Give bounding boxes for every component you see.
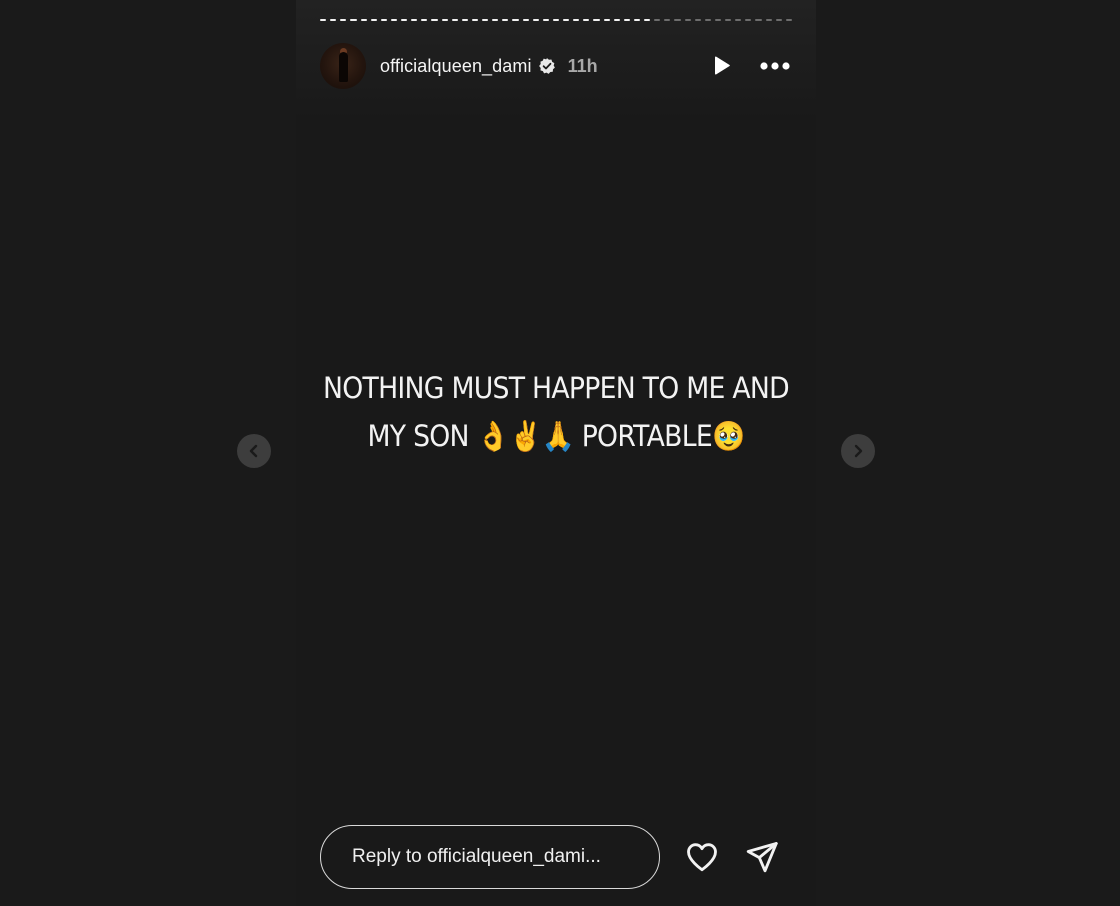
progress-segment bbox=[633, 19, 640, 21]
progress-segment bbox=[401, 19, 408, 21]
progress-segment bbox=[512, 19, 519, 21]
progress-segment bbox=[451, 19, 458, 21]
progress-segment bbox=[603, 19, 610, 21]
progress-segment bbox=[471, 19, 478, 21]
more-options-icon bbox=[760, 62, 790, 70]
progress-segment bbox=[765, 19, 772, 21]
progress-segment bbox=[522, 19, 529, 21]
progress-segment bbox=[421, 19, 428, 21]
progress-segment bbox=[502, 19, 509, 21]
progress-segment bbox=[775, 19, 782, 21]
reply-box[interactable] bbox=[320, 825, 660, 889]
story-footer bbox=[320, 824, 792, 890]
share-button[interactable] bbox=[742, 837, 782, 877]
progress-segment bbox=[735, 19, 742, 21]
play-button[interactable] bbox=[704, 49, 738, 83]
progress-segment bbox=[380, 19, 387, 21]
progress-segment bbox=[745, 19, 752, 21]
progress-segment bbox=[654, 19, 661, 21]
avatar[interactable] bbox=[320, 43, 366, 89]
progress-segment bbox=[613, 19, 620, 21]
progress-segment bbox=[542, 19, 549, 21]
progress-segment bbox=[340, 19, 347, 21]
chevron-left-icon bbox=[249, 444, 258, 458]
progress-segment bbox=[492, 19, 499, 21]
story-progress-bar bbox=[320, 19, 792, 23]
progress-segment bbox=[532, 19, 539, 21]
progress-segment bbox=[370, 19, 377, 21]
heart-icon bbox=[687, 843, 717, 872]
next-story-button[interactable] bbox=[841, 434, 875, 468]
verified-badge-icon bbox=[538, 57, 556, 75]
progress-segment bbox=[360, 19, 367, 21]
story-viewer: officialqueen_dami 11h NOTHING MUST HAPP… bbox=[0, 0, 1120, 906]
progress-segment bbox=[573, 19, 580, 21]
progress-segment bbox=[714, 19, 721, 21]
progress-segment bbox=[350, 19, 357, 21]
progress-segment bbox=[704, 19, 711, 21]
progress-segment bbox=[552, 19, 559, 21]
progress-segment bbox=[694, 19, 701, 21]
progress-segment bbox=[431, 19, 438, 21]
previous-story-button[interactable] bbox=[237, 434, 271, 468]
progress-segment bbox=[623, 19, 630, 21]
caption-line-2: MY SON 👌✌️🙏 PORTABLE🥹 bbox=[367, 419, 745, 453]
progress-segment bbox=[583, 19, 590, 21]
progress-segment bbox=[755, 19, 762, 21]
story-card[interactable]: officialqueen_dami 11h NOTHING MUST HAPP… bbox=[296, 0, 816, 906]
progress-segment bbox=[644, 19, 651, 21]
story-timestamp: 11h bbox=[567, 55, 598, 76]
progress-segment bbox=[320, 19, 327, 21]
reply-input[interactable] bbox=[352, 846, 642, 868]
story-caption: NOTHING MUST HAPPEN TO ME AND MY SON 👌✌️… bbox=[317, 364, 795, 460]
paper-plane-icon bbox=[746, 842, 778, 873]
progress-segment bbox=[785, 19, 792, 21]
progress-segment bbox=[563, 19, 570, 21]
progress-segment bbox=[411, 19, 418, 21]
progress-segment bbox=[441, 19, 448, 21]
progress-segment bbox=[725, 19, 732, 21]
caption-line-1: NOTHING MUST HAPPEN TO ME AND bbox=[323, 371, 790, 405]
more-options-button[interactable] bbox=[758, 49, 792, 83]
progress-segment bbox=[330, 19, 337, 21]
play-icon bbox=[715, 56, 730, 75]
progress-segment bbox=[684, 19, 691, 21]
chevron-right-icon bbox=[854, 444, 863, 458]
progress-segment bbox=[674, 19, 681, 21]
username[interactable]: officialqueen_dami bbox=[380, 56, 532, 77]
progress-segment bbox=[664, 19, 671, 21]
progress-segment bbox=[593, 19, 600, 21]
progress-segment bbox=[390, 19, 397, 21]
progress-segment bbox=[461, 19, 468, 21]
like-button[interactable] bbox=[682, 837, 722, 877]
progress-segment bbox=[482, 19, 489, 21]
story-header: officialqueen_dami 11h bbox=[320, 42, 792, 90]
